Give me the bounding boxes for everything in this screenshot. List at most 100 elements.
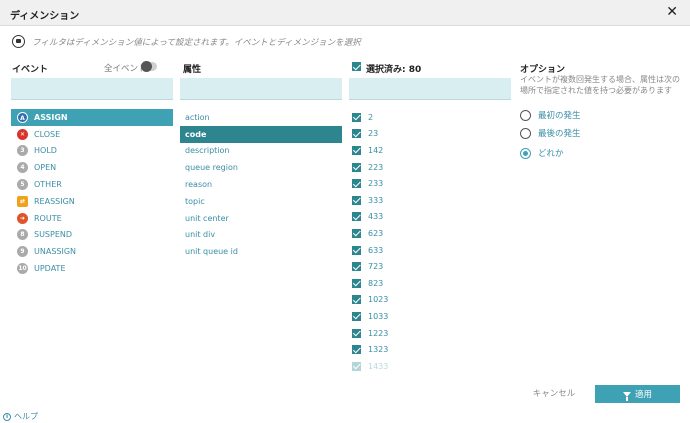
value-checkbox[interactable] (352, 145, 361, 155)
value-item[interactable]: 433 (352, 209, 502, 226)
value-checkbox[interactable] (352, 295, 361, 305)
value-checkbox[interactable] (352, 162, 361, 172)
value-label: 433 (368, 212, 384, 222)
event-item-close[interactable]: ✕ CLOSE (11, 126, 173, 143)
close-icon[interactable]: ✕ (666, 4, 678, 20)
event-item-reassign[interactable]: ⇄ REASSIGN (11, 193, 173, 210)
help-link[interactable]: i ヘルプ (3, 411, 38, 422)
hint-text: フィルタはディメンション値によって設定されます。イベントとディメンジョンを選択 (32, 38, 361, 48)
value-checkbox[interactable] (352, 212, 361, 222)
events-list: A ASSIGN ✕ CLOSE 3 HOLD 4 OPEN 5 OTHER ⇄ REASSIGN ➜ R… (11, 109, 173, 277)
value-item[interactable]: 233 (352, 175, 502, 192)
event-item-label: UNASSIGN (34, 247, 77, 257)
value-item[interactable]: 1033 (352, 308, 502, 325)
select-all-checkbox[interactable] (352, 62, 361, 71)
number-8-icon: 8 (17, 229, 28, 241)
value-label: 2 (368, 112, 374, 122)
event-item-update[interactable]: 10 UPDATE (11, 260, 173, 277)
value-item[interactable]: 1433 (352, 358, 502, 374)
attribute-item-queue-region[interactable]: queue region (180, 159, 342, 176)
value-item[interactable]: 23 (352, 126, 502, 143)
info-icon: i (3, 412, 11, 421)
value-item[interactable]: 1323 (352, 341, 502, 358)
occurrence-option-0[interactable]: 最初の発生 (520, 108, 581, 122)
all-events-toggle[interactable] (141, 61, 157, 72)
value-checkbox[interactable] (352, 278, 361, 288)
radio-label: どれか (538, 149, 564, 159)
value-checkbox[interactable] (352, 245, 361, 255)
value-item[interactable]: 633 (352, 242, 502, 259)
value-item[interactable]: 223 (352, 159, 502, 176)
number-9-icon: 9 (17, 246, 28, 258)
value-label: 142 (368, 145, 384, 155)
event-item-label: OPEN (34, 163, 57, 173)
value-checkbox[interactable] (352, 179, 361, 189)
radio-button[interactable] (520, 147, 531, 159)
assign-icon: A (17, 111, 28, 123)
value-label: 1323 (368, 345, 389, 355)
event-item-label: ASSIGN (34, 112, 68, 122)
value-item[interactable]: 723 (352, 258, 502, 275)
value-checkbox[interactable] (352, 262, 361, 272)
number-3-icon: 3 (17, 145, 28, 157)
attribute-item-code[interactable]: code (180, 125, 342, 143)
title-bar: ディメンション ✕ (0, 0, 690, 26)
value-item[interactable]: 1223 (352, 325, 502, 342)
occurrence-option-2[interactable]: どれか (520, 146, 564, 160)
value-item[interactable]: 2 (352, 109, 502, 126)
attribute-item-unit-queue-id[interactable]: unit queue id (180, 243, 342, 260)
value-checkbox[interactable] (352, 361, 361, 371)
values-filter-input[interactable] (349, 78, 511, 100)
value-label: 823 (368, 278, 384, 288)
apply-button[interactable]: 適用 (595, 385, 680, 403)
event-item-unassign[interactable]: 9 UNASSIGN (11, 243, 173, 260)
event-item-label: HOLD (34, 146, 57, 156)
event-item-label: UPDATE (34, 264, 66, 274)
event-item-route[interactable]: ➜ ROUTE (11, 210, 173, 227)
apply-button-label: 適用 (634, 390, 652, 400)
value-label: 23 (368, 129, 379, 139)
event-item-suspend[interactable]: 8 SUSPEND (11, 227, 173, 244)
value-item[interactable]: 623 (352, 225, 502, 242)
value-item[interactable]: 823 (352, 275, 502, 292)
value-checkbox[interactable] (352, 195, 361, 205)
value-label: 723 (368, 262, 384, 272)
dialog-title: ディメンション (10, 11, 80, 22)
reassign-icon: ⇄ (17, 195, 28, 207)
camera-icon (12, 35, 25, 48)
value-label: 633 (368, 245, 384, 255)
attribute-item-description[interactable]: description (180, 143, 342, 160)
attribute-item-reason[interactable]: reason (180, 176, 342, 193)
value-checkbox[interactable] (352, 328, 361, 338)
selected-count-header: 選択済み: 80 (366, 65, 422, 75)
occurrence-option-1[interactable]: 最後の発生 (520, 126, 581, 140)
event-item-label: ROUTE (34, 213, 62, 223)
attribute-item-unit-center[interactable]: unit center (180, 210, 342, 227)
value-label: 1433 (368, 361, 389, 371)
events-filter-input[interactable] (11, 78, 173, 100)
attribute-item-action[interactable]: action (180, 109, 342, 126)
event-item-label: SUSPEND (34, 230, 73, 240)
attributes-filter-input[interactable] (180, 78, 342, 100)
filter-icon (622, 391, 631, 401)
radio-button[interactable] (520, 127, 531, 139)
event-item-hold[interactable]: 3 HOLD (11, 143, 173, 160)
value-item[interactable]: 142 (352, 142, 502, 159)
event-item-other[interactable]: 5 OTHER (11, 176, 173, 193)
attribute-item-topic[interactable]: topic (180, 193, 342, 210)
event-item-open[interactable]: 4 OPEN (11, 159, 173, 176)
value-checkbox[interactable] (352, 228, 361, 238)
value-checkbox[interactable] (352, 345, 361, 355)
attribute-item-unit-div[interactable]: unit div (180, 227, 342, 244)
radio-label: 最初の発生 (538, 111, 581, 121)
value-item[interactable]: 1023 (352, 292, 502, 309)
value-checkbox[interactable] (352, 129, 361, 139)
event-item-assign[interactable]: A ASSIGN (11, 109, 173, 126)
cancel-button[interactable]: キャンセル (522, 386, 586, 402)
value-label: 1033 (368, 311, 389, 321)
radio-button[interactable] (520, 109, 531, 121)
value-checkbox[interactable] (352, 311, 361, 321)
value-item[interactable]: 333 (352, 192, 502, 209)
value-checkbox[interactable] (352, 112, 361, 122)
values-list[interactable]: 2 23 142 223 233 333 433 623 633 723 823 1023 1033 12… (352, 109, 502, 374)
